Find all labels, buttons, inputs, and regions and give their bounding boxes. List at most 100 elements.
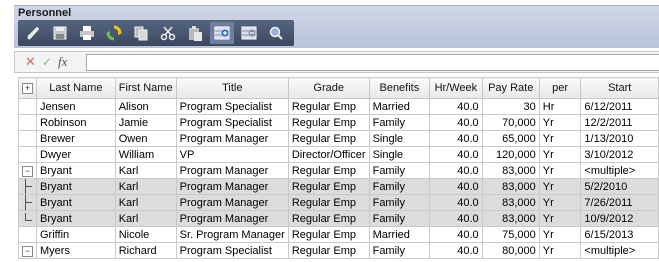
sub-row[interactable]: Bryant Karl Program Manager Regular Emp Fami… (18, 210, 659, 227)
pay-rate-cell[interactable]: 80,000 (481, 242, 540, 259)
cancel-edit-icon[interactable]: ✕ (25, 54, 36, 70)
column-header[interactable]: Benefits (368, 77, 431, 99)
per-cell[interactable]: Yr (538, 194, 582, 211)
start-date-cell[interactable]: <multiple> (580, 162, 659, 179)
benefits-cell[interactable]: Married (368, 226, 431, 243)
title-cell[interactable]: Program Manager (175, 194, 289, 211)
last-name-cell[interactable]: Bryant (36, 178, 116, 195)
print-icon[interactable] (75, 22, 99, 44)
start-date-cell[interactable]: 12/2/2011 (580, 114, 659, 131)
per-cell[interactable]: Yr (538, 130, 582, 147)
last-name-cell[interactable]: Bryant (36, 194, 116, 211)
start-date-cell[interactable]: 5/2/2010 (580, 178, 659, 195)
per-cell[interactable]: Yr (538, 146, 582, 163)
grade-cell[interactable]: Director/Officer (287, 146, 370, 163)
first-name-cell[interactable]: Karl (114, 162, 177, 179)
start-date-cell[interactable]: 6/12/2011 (580, 98, 659, 115)
column-header[interactable]: First Name (114, 77, 177, 99)
benefits-cell[interactable]: Single (368, 130, 431, 147)
first-name-cell[interactable]: Karl (114, 194, 177, 211)
function-icon[interactable]: fx (58, 54, 67, 70)
paste-icon[interactable] (183, 22, 207, 44)
delete-row-icon[interactable] (237, 22, 261, 44)
per-cell[interactable]: Yr (538, 242, 582, 259)
title-cell[interactable]: Program Manager (175, 210, 289, 227)
cut-icon[interactable] (156, 22, 180, 44)
first-name-cell[interactable]: Karl (114, 210, 177, 227)
pay-rate-cell[interactable]: 65,000 (481, 130, 540, 147)
sub-row[interactable]: Bryant Karl Program Manager Regular Emp Fami… (18, 178, 659, 195)
hours-cell[interactable]: 40.0 (429, 178, 483, 195)
grade-cell[interactable]: Regular Emp (287, 210, 370, 227)
last-name-cell[interactable]: Bryant (36, 162, 116, 179)
per-cell[interactable]: Yr (538, 162, 582, 179)
start-date-cell[interactable]: 6/15/2013 (580, 226, 659, 243)
pay-rate-cell[interactable]: 30 (481, 98, 540, 115)
pay-rate-cell[interactable]: 83,000 (481, 178, 540, 195)
sub-row[interactable]: Bryant Karl Program Manager Regular Emp Fami… (18, 194, 659, 211)
title-cell[interactable]: Program Manager (175, 178, 289, 195)
column-header[interactable]: Hr/Week (429, 77, 483, 99)
grade-cell[interactable]: Regular Emp (287, 242, 370, 259)
table-row[interactable]: Jensen Alison Program Specialist Regular Em… (18, 98, 659, 115)
start-date-cell[interactable]: <multiple> (580, 242, 659, 259)
title-cell[interactable]: Sr. Program Manager (175, 226, 289, 243)
first-name-cell[interactable]: Jamie (114, 114, 177, 131)
title-cell[interactable]: Program Manager (175, 130, 289, 147)
column-header[interactable]: Grade (287, 77, 370, 99)
grade-cell[interactable]: Regular Emp (287, 226, 370, 243)
pencil-icon[interactable] (21, 22, 45, 44)
start-date-cell[interactable]: 1/13/2010 (580, 130, 659, 147)
start-date-cell[interactable]: 3/10/2012 (580, 146, 659, 163)
per-cell[interactable]: Yr (538, 114, 582, 131)
benefits-cell[interactable]: Married (368, 98, 431, 115)
hours-cell[interactable]: 40.0 (429, 226, 483, 243)
last-name-cell[interactable]: Bryant (36, 210, 116, 227)
grade-cell[interactable]: Regular Emp (287, 162, 370, 179)
grade-cell[interactable]: Regular Emp (287, 194, 370, 211)
hours-cell[interactable]: 40.0 (429, 210, 483, 227)
start-date-cell[interactable]: 10/9/2012 (580, 210, 659, 227)
benefits-cell[interactable]: Single (368, 146, 431, 163)
hours-cell[interactable]: 40.0 (429, 194, 483, 211)
grade-cell[interactable]: Regular Emp (287, 130, 370, 147)
pay-rate-cell[interactable]: 120,000 (481, 146, 540, 163)
hours-cell[interactable]: 40.0 (429, 162, 483, 179)
pay-rate-cell[interactable]: 70,000 (481, 114, 540, 131)
table-row[interactable]: Dwyer William VP Director/Officer Single 40.0… (18, 146, 659, 163)
refresh-icon[interactable] (102, 22, 126, 44)
title-cell[interactable]: VP (175, 146, 289, 163)
column-header[interactable]: Start (580, 77, 659, 99)
pay-rate-cell[interactable]: 75,000 (481, 226, 540, 243)
formula-input[interactable] (86, 54, 659, 71)
hours-cell[interactable]: 40.0 (429, 98, 483, 115)
grade-cell[interactable]: Regular Emp (287, 98, 370, 115)
hours-cell[interactable]: 40.0 (429, 114, 483, 131)
last-name-cell[interactable]: Griffin (36, 226, 116, 243)
table-row[interactable]: Brewer Owen Program Manager Regular Emp Sing… (18, 130, 659, 147)
pay-rate-cell[interactable]: 83,000 (481, 162, 540, 179)
per-cell[interactable]: Yr (538, 226, 582, 243)
hours-cell[interactable]: 40.0 (429, 130, 483, 147)
benefits-cell[interactable]: Family (368, 114, 431, 131)
copy-icon[interactable] (129, 22, 153, 44)
table-row[interactable]: Robinson Jamie Program Specialist Regular E… (18, 114, 659, 131)
benefits-cell[interactable]: Family (368, 178, 431, 195)
last-name-cell[interactable]: Robinson (36, 114, 116, 131)
benefits-cell[interactable]: Family (368, 242, 431, 259)
first-name-cell[interactable]: Karl (114, 178, 177, 195)
first-name-cell[interactable]: Richard (114, 242, 177, 259)
title-cell[interactable]: Program Specialist (175, 114, 289, 131)
add-row-icon[interactable] (210, 22, 234, 44)
benefits-cell[interactable]: Family (368, 194, 431, 211)
collapse-toggle-icon[interactable]: − (18, 162, 37, 179)
grade-cell[interactable]: Regular Emp (287, 114, 370, 131)
pay-rate-cell[interactable]: 83,000 (481, 194, 540, 211)
pay-rate-cell[interactable]: 83,000 (481, 210, 540, 227)
last-name-cell[interactable]: Myers (36, 242, 116, 259)
per-cell[interactable]: Yr (538, 178, 582, 195)
last-name-cell[interactable]: Jensen (36, 98, 116, 115)
first-name-cell[interactable]: Alison (114, 98, 177, 115)
per-cell[interactable]: Yr (538, 210, 582, 227)
last-name-cell[interactable]: Brewer (36, 130, 116, 147)
